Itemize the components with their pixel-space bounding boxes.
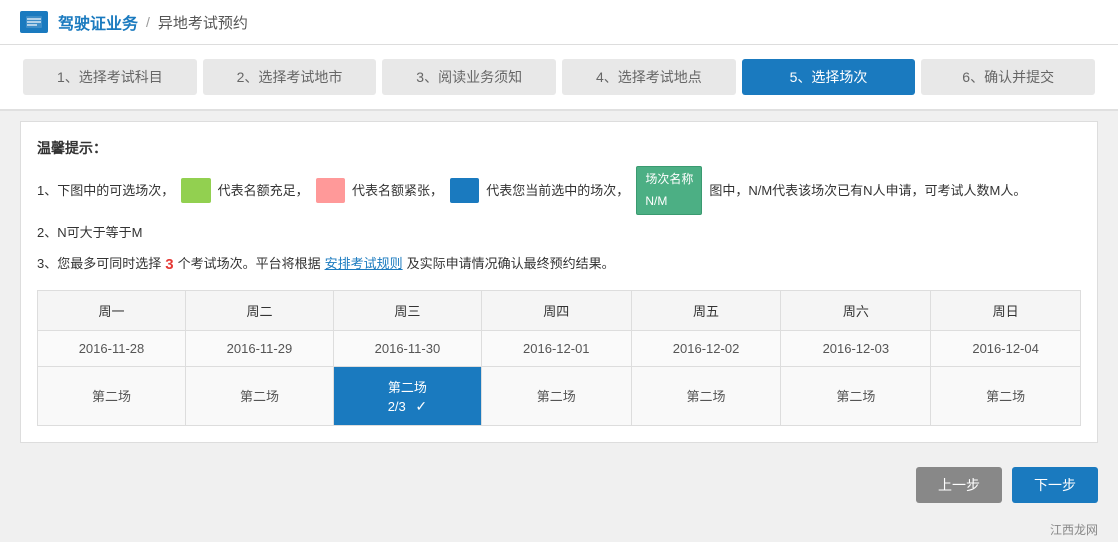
slot-wed-selected[interactable]: 第二场 2/3 ✓: [333, 366, 481, 425]
warning-item-1: 1、下图中的可选场次， 代表名额充足， 代表名额紧张， 代表您当前选中的场次， …: [37, 166, 1081, 215]
warn2-text: 2、N可大于等于M: [37, 221, 142, 244]
step-5[interactable]: 5、选择场次: [742, 59, 916, 95]
date-fri: 2016-12-02: [631, 330, 781, 366]
warn3-middle: 个考试场次。平台将根据: [178, 252, 321, 275]
col-header-sun: 周日: [931, 290, 1081, 330]
step-2[interactable]: 2、选择考试地市: [203, 59, 377, 95]
warn1-text4: 代表您当前选中的场次，: [486, 179, 629, 202]
steps-bar: 1、选择考试科目 2、选择考试地市 3、阅读业务须知 4、选择考试地点 5、选择…: [0, 45, 1118, 111]
col-header-tue: 周二: [185, 290, 333, 330]
slot-sun[interactable]: 第二场: [931, 366, 1081, 425]
col-header-fri: 周五: [631, 290, 781, 330]
check-icon: ✓: [415, 398, 427, 415]
slot-wed-name: 第二场: [340, 377, 475, 396]
footer-brand: 江西龙网: [1050, 523, 1098, 537]
step-4[interactable]: 4、选择考试地点: [562, 59, 736, 95]
next-button[interactable]: 下一步: [1012, 467, 1098, 503]
warning-item-3: 3、您最多可同时选择 3 个考试场次。平台将根据 安排考试规则 及实际申请情况确…: [37, 251, 1081, 278]
slot-fri[interactable]: 第二场: [631, 366, 781, 425]
footer: 江西龙网: [0, 517, 1118, 542]
service-icon: [20, 11, 48, 33]
schedule-table: 周一 周二 周三 周四 周五 周六 周日 2016-11-28 2016-11-…: [37, 290, 1081, 426]
slot-row: 第二场 第二场 第二场 2/3 ✓ 第二场 第二场 第二场 第二场: [38, 366, 1081, 425]
slot-wed-ratio: 2/3 ✓: [340, 398, 475, 415]
warn3-before: 3、您最多可同时选择: [37, 252, 161, 275]
warn1-text5: 图中，N/M代表该场次已有N人申请，可考试人数M人。: [709, 179, 1026, 202]
date-tue: 2016-11-29: [185, 330, 333, 366]
legend-pink: [316, 178, 345, 204]
date-thu: 2016-12-01: [481, 330, 631, 366]
date-sat: 2016-12-03: [781, 330, 931, 366]
warn3-after: 及实际申请情况确认最终预约结果。: [407, 252, 615, 275]
warn1-text3: 代表名额紧张，: [352, 179, 443, 202]
col-header-wed: 周三: [333, 290, 481, 330]
legend-green: [181, 178, 210, 204]
slot-sat[interactable]: 第二场: [781, 366, 931, 425]
col-header-thu: 周四: [481, 290, 631, 330]
warn1-text2: 代表名额充足，: [218, 179, 309, 202]
warning-item-2: 2、N可大于等于M: [37, 221, 1081, 244]
header: 驾驶证业务 / 异地考试预约: [0, 0, 1118, 45]
page-subtitle: 异地考试预约: [158, 12, 248, 33]
legend-nm: 场次名称N/M: [636, 166, 702, 215]
exam-rule-link[interactable]: 安排考试规则: [325, 252, 403, 275]
col-header-mon: 周一: [38, 290, 186, 330]
slot-tue[interactable]: 第二场: [185, 366, 333, 425]
slot-thu[interactable]: 第二场: [481, 366, 631, 425]
step-3[interactable]: 3、阅读业务须知: [382, 59, 556, 95]
date-sun: 2016-12-04: [931, 330, 1081, 366]
service-title: 驾驶证业务: [58, 10, 138, 34]
bottom-bar: 上一步 下一步: [0, 453, 1118, 517]
main-content: 温馨提示： 1、下图中的可选场次， 代表名额充足， 代表名额紧张， 代表您当前选…: [20, 121, 1098, 443]
step-1[interactable]: 1、选择考试科目: [23, 59, 197, 95]
date-mon: 2016-11-28: [38, 330, 186, 366]
prev-button[interactable]: 上一步: [916, 467, 1002, 503]
warn3-num: 3: [165, 251, 173, 278]
warning-title: 温馨提示：: [37, 138, 1081, 158]
date-row: 2016-11-28 2016-11-29 2016-11-30 2016-12…: [38, 330, 1081, 366]
step-6[interactable]: 6、确认并提交: [921, 59, 1095, 95]
col-header-sat: 周六: [781, 290, 931, 330]
breadcrumb-sep: /: [146, 14, 150, 30]
warn1-text1: 1、下图中的可选场次，: [37, 179, 174, 202]
legend-blue: [450, 178, 479, 204]
table-header-row: 周一 周二 周三 周四 周五 周六 周日: [38, 290, 1081, 330]
slot-mon[interactable]: 第二场: [38, 366, 186, 425]
date-wed: 2016-11-30: [333, 330, 481, 366]
